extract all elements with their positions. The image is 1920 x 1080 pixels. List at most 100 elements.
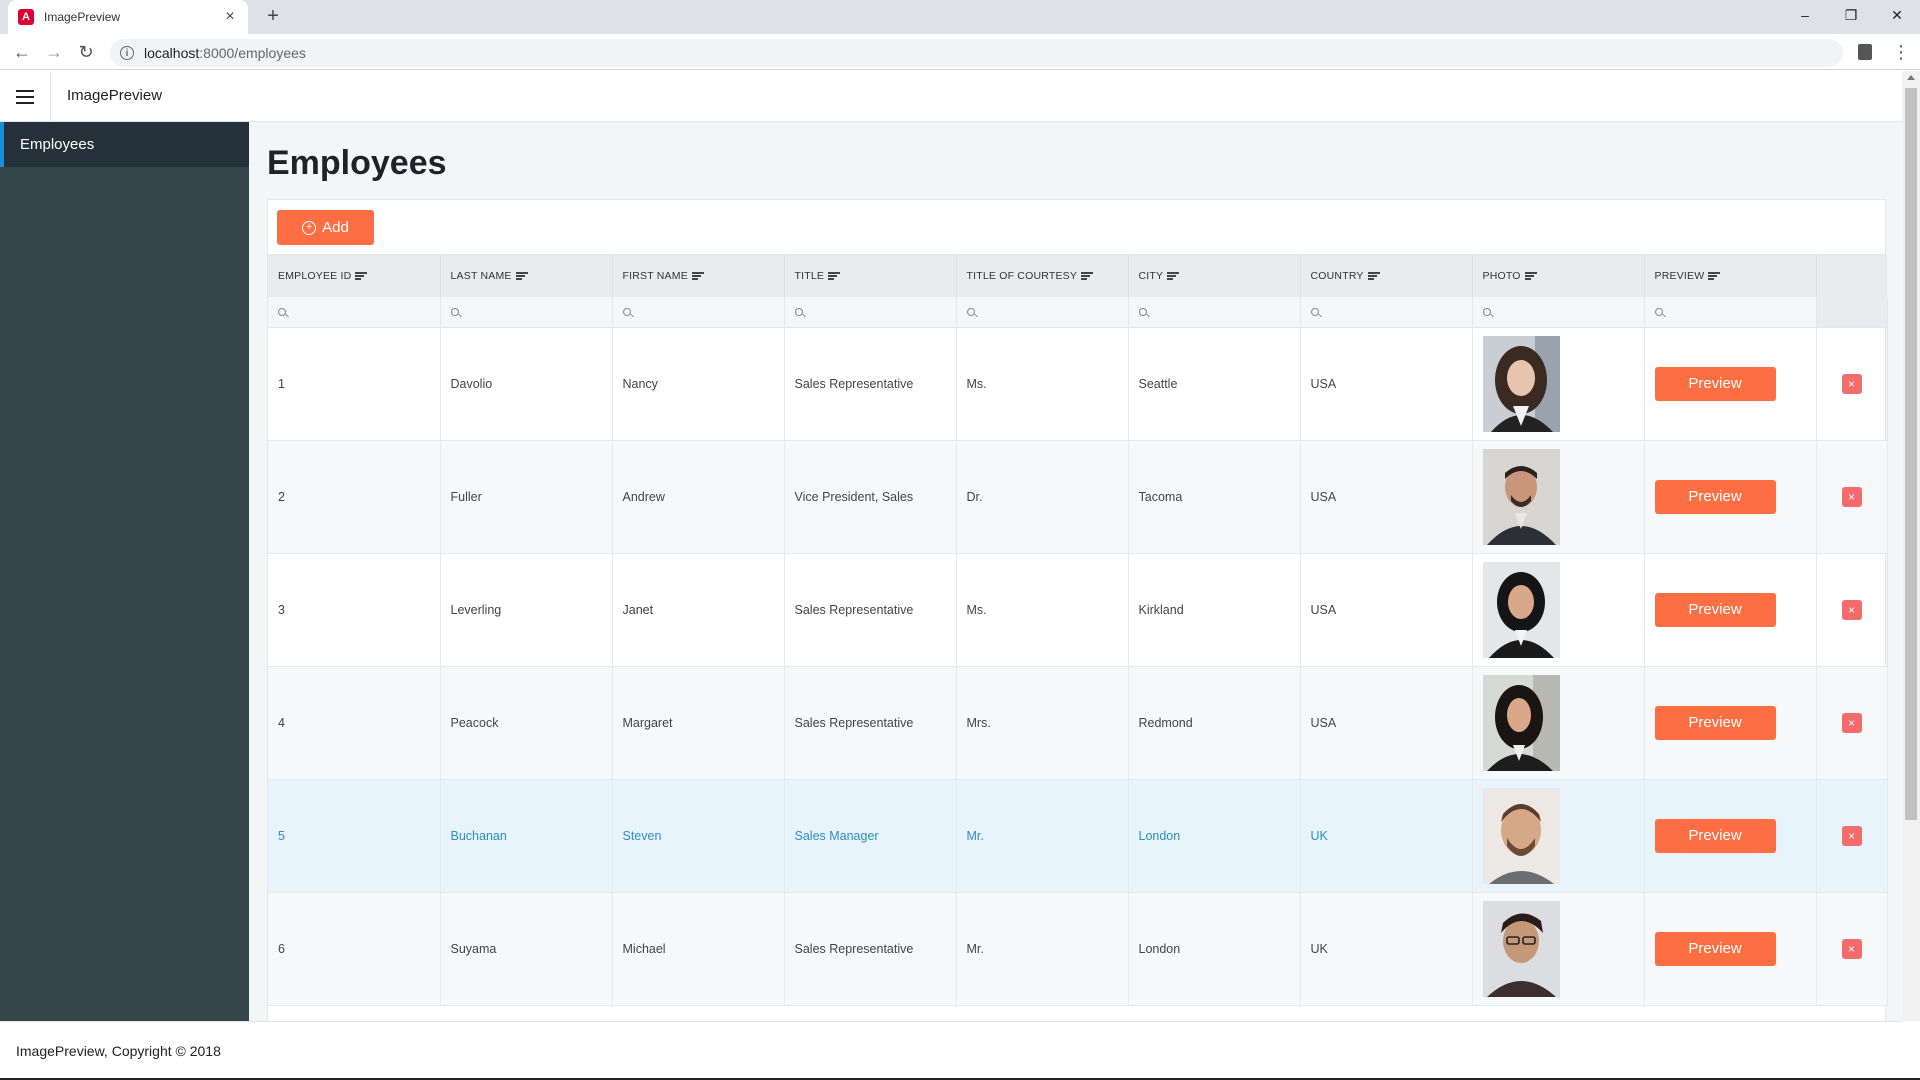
window-controls: – ❐ ✕ (1782, 0, 1920, 30)
cell-first-name: Nancy (612, 327, 785, 441)
cell-title: Sales Representative (784, 892, 957, 1006)
url-host: localhost (144, 45, 200, 61)
app-title: ImagePreview (67, 87, 163, 104)
table-row[interactable]: 2 Fuller Andrew Vice President, Sales Dr… (268, 440, 1888, 554)
forward-icon[interactable]: → (42, 41, 66, 65)
minimize-button[interactable]: – (1782, 0, 1828, 30)
search-icon (966, 307, 975, 316)
cell-preview: Preview (1644, 666, 1817, 780)
cell-country: UK (1300, 779, 1473, 893)
column-header-first-name[interactable]: First Name (612, 255, 785, 297)
search-icon (1482, 307, 1491, 316)
table-row[interactable]: 1 Davolio Nancy Sales Representative Ms.… (268, 327, 1888, 441)
grid-toolbar: + Add (268, 200, 1887, 255)
column-header-city[interactable]: City (1128, 255, 1301, 297)
new-tab-button[interactable]: + (262, 6, 284, 28)
delete-row-icon[interactable]: × (1841, 825, 1862, 846)
column-header-last-name[interactable]: Last Name (440, 255, 613, 297)
back-icon[interactable]: ← (10, 41, 34, 65)
plus-circle-icon: + (302, 220, 317, 235)
column-header-title[interactable]: Title (784, 255, 957, 297)
column-header-actions (1816, 255, 1887, 297)
add-button[interactable]: + Add (277, 210, 374, 245)
filter-first-name[interactable] (612, 297, 785, 328)
cell-last-name: Leverling (440, 553, 613, 667)
browser-menu-icon[interactable]: ⋮ (1892, 42, 1910, 63)
cell-title: Sales Representative (784, 666, 957, 780)
column-header-title-of-courtesy[interactable]: Title of Courtesy (956, 255, 1129, 297)
cell-country: USA (1300, 440, 1473, 554)
filter-photo[interactable] (1472, 297, 1645, 328)
cell-city: London (1128, 779, 1301, 893)
column-header-employee-id[interactable]: Employee ID (268, 255, 441, 297)
search-icon (622, 307, 631, 316)
filter-last-name[interactable] (440, 297, 613, 328)
filter-title-of-courtesy[interactable] (956, 297, 1129, 328)
cell-city: Tacoma (1128, 440, 1301, 554)
cell-actions: × (1816, 892, 1888, 1006)
table-row[interactable]: 6 Suyama Michael Sales Representative Mr… (268, 892, 1888, 1006)
cell-employee-id: 1 (268, 327, 441, 441)
search-icon (1654, 307, 1663, 316)
delete-row-icon[interactable]: × (1841, 486, 1862, 507)
cell-employee-id: 5 (268, 779, 441, 893)
preview-button[interactable]: Preview (1654, 818, 1776, 853)
filter-title[interactable] (784, 297, 957, 328)
page-scrollbar[interactable] (1902, 71, 1920, 1021)
cell-employee-id: 4 (268, 666, 441, 780)
cell-title-of-courtesy: Mrs. (956, 666, 1129, 780)
preview-button[interactable]: Preview (1654, 705, 1776, 740)
filter-preview[interactable] (1644, 297, 1817, 328)
search-icon (1310, 307, 1319, 316)
filter-city[interactable] (1128, 297, 1301, 328)
cell-title: Sales Manager (784, 779, 957, 893)
filter-employee-id[interactable] (268, 297, 441, 328)
table-row-selected[interactable]: 5 Buchanan Steven Sales Manager Mr. Lond… (268, 779, 1888, 893)
sidebar-item-employees[interactable]: Employees (0, 122, 249, 167)
info-icon[interactable]: i (120, 46, 134, 60)
table-row[interactable]: 4 Peacock Margaret Sales Representative … (268, 666, 1888, 780)
preview-button[interactable]: Preview (1654, 479, 1776, 514)
column-header-country[interactable]: Country (1300, 255, 1473, 297)
cell-city: Redmond (1128, 666, 1301, 780)
delete-row-icon[interactable]: × (1841, 599, 1862, 620)
cell-country: USA (1300, 666, 1473, 780)
restore-button[interactable]: ❐ (1828, 0, 1874, 30)
employee-photo (1482, 900, 1560, 997)
preview-button[interactable]: Preview (1654, 366, 1776, 401)
cell-preview: Preview (1644, 327, 1817, 441)
add-button-label: Add (322, 219, 349, 236)
app-header: ImagePreview (0, 71, 1902, 122)
search-icon (1138, 307, 1147, 316)
scroll-up-arrow-icon[interactable] (1907, 75, 1915, 80)
cell-first-name: Michael (612, 892, 785, 1006)
hamburger-menu-icon[interactable] (0, 71, 51, 122)
delete-row-icon[interactable]: × (1841, 712, 1862, 733)
column-header-preview[interactable]: Preview (1644, 255, 1817, 297)
employees-table: Employee ID Last Name First Name Title T… (268, 255, 1888, 1006)
cell-photo (1472, 553, 1645, 667)
address-bar[interactable]: i localhost:8000/employees (110, 39, 1843, 67)
scroll-thumb[interactable] (1905, 88, 1917, 820)
cell-title-of-courtesy: Ms. (956, 553, 1129, 667)
table-row[interactable]: 3 Leverling Janet Sales Representative M… (268, 553, 1888, 667)
filter-country[interactable] (1300, 297, 1473, 328)
reload-icon[interactable]: ↻ (74, 41, 98, 65)
extension-icon[interactable] (1858, 44, 1872, 60)
employee-photo (1482, 674, 1560, 771)
column-header-photo[interactable]: Photo (1472, 255, 1645, 297)
employee-photo (1482, 787, 1560, 884)
delete-row-icon[interactable]: × (1841, 938, 1862, 959)
cell-title: Sales Representative (784, 553, 957, 667)
browser-tab[interactable]: A ImagePreview × (8, 0, 248, 34)
cell-title-of-courtesy: Mr. (956, 892, 1129, 1006)
cell-first-name: Andrew (612, 440, 785, 554)
preview-button[interactable]: Preview (1654, 592, 1776, 627)
close-window-button[interactable]: ✕ (1874, 0, 1920, 30)
delete-row-icon[interactable]: × (1841, 373, 1862, 394)
cell-photo (1472, 892, 1645, 1006)
tab-close-icon[interactable]: × (222, 8, 238, 26)
preview-button[interactable]: Preview (1654, 931, 1776, 966)
cell-photo (1472, 666, 1645, 780)
cell-city: London (1128, 892, 1301, 1006)
